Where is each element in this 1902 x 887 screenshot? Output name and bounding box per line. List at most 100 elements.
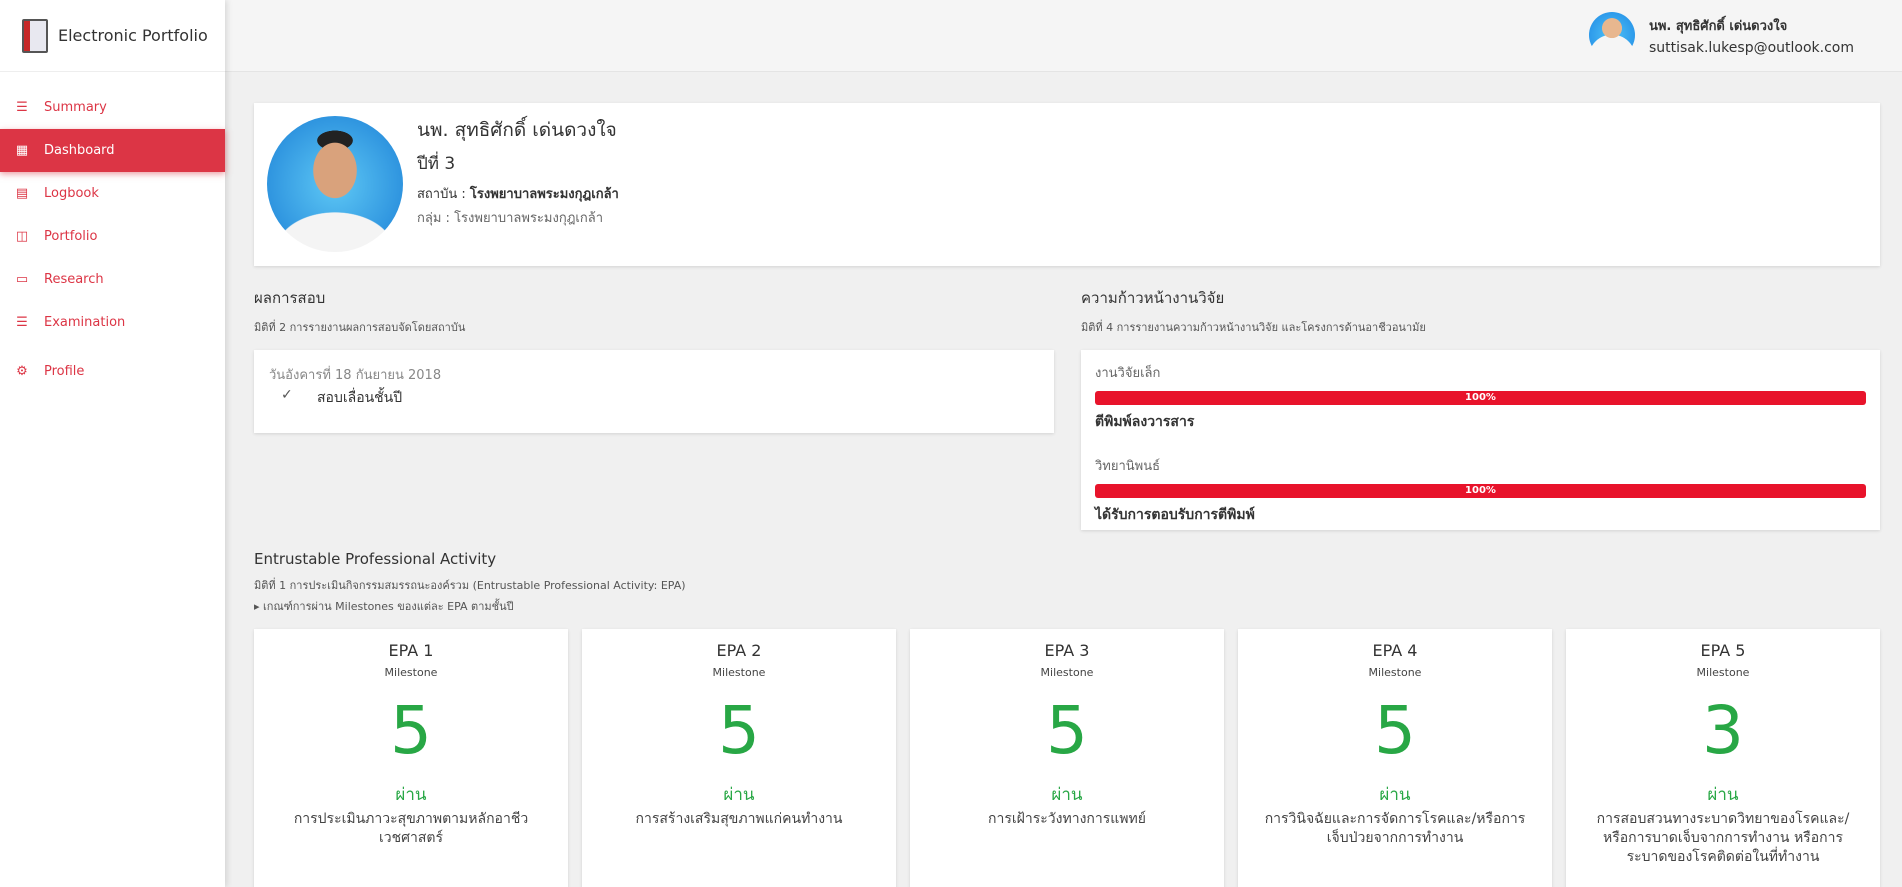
dashboard-icon: ▦ [15,143,29,158]
epa-card-value: 5 [1374,692,1416,769]
list-icon: ☰ [16,100,28,115]
research-title: ความก้าวหน้างานวิจัย [1081,289,1225,307]
epa-card-status: ผ่าน [1379,785,1411,805]
epa-card-title: EPA 2 [716,641,762,660]
epa-subtitle: มิติที่ 1 การประเมินกิจกรรมสมรรถนะองค์รว… [254,579,686,592]
exam-title: ผลการสอบ [254,289,326,307]
epa-card: EPA 3 Milestone 5 ผ่าน การเฝ้าระวังทางกา… [910,629,1224,887]
brand[interactable]: Electronic Portfolio [0,0,225,72]
epa-section: Entrustable Professional Activity มิติที… [254,550,1880,887]
user-email: suttisak.lukesp@outlook.com [1648,39,1854,56]
epa-card-desc: การสร้างเสริมสุขภาพแก่คนทำงาน [635,811,843,827]
epa-card: EPA 1 Milestone 5 ผ่าน การประเมินภาวะสุข… [254,629,568,887]
list-icon: ☰ [16,315,28,330]
research-icon: ▭ [15,272,29,287]
sidebar: Electronic Portfolio ☰ Summary ▦ Dashboa… [0,0,225,887]
profile-info: นพ. สุทธิศักดิ์ เด่นดวงใจ ปีที่ 3 สถาบัน… [417,115,619,228]
epa-card-desc: การประเมินภาวะสุขภาพตามหลักอาชีวเวชศาสตร… [293,811,529,846]
sidebar-item-label: Research [44,272,104,287]
epa-card: EPA 5 Milestone 3 ผ่าน การสอบสวนทางระบาด… [1566,629,1880,887]
research-subtitle: มิติที่ 4 การรายงานความก้าวหน้างานวิจัย … [1081,321,1426,334]
profile-institution: สถาบัน : โรงพยาบาลพระมงกุฎเกล้า [417,183,619,204]
research-status: ได้รับการตอบรับการตีพิมพ์ [1095,507,1255,523]
research-block: งานวิจัยเล็ก 100% ตีพิมพ์ลงวารสาร [1095,362,1866,433]
progress-bar: 100% [1095,484,1866,498]
research-label: วิทยานิพนธ์ [1095,459,1161,474]
top-header: นพ. สุทธิศักดิ์ เด่นดวงใจ suttisak.lukes… [225,0,1902,72]
sidebar-nav: ☰ Summary ▦ Dashboard ▤ Logbook ◫ Portfo… [0,86,225,393]
research-card: งานวิจัยเล็ก 100% ตีพิมพ์ลงวารสาร วิทยาน… [1081,350,1880,530]
sidebar-item-logbook[interactable]: ▤ Logbook [0,172,225,215]
profile-group: กลุ่ม : โรงพยาบาลพระมงกุฎเกล้า [417,207,619,228]
epa-card-label: Milestone [384,666,438,679]
epa-card-label: Milestone [1040,666,1094,679]
epa-card-status: ผ่าน [1051,785,1083,805]
epa-criteria-toggle[interactable]: ▸ เกณฑ์การผ่าน Milestones ของแต่ละ EPA ต… [254,597,1880,615]
epa-card-desc: การเฝ้าระวังทางการแพทย์ [988,811,1146,827]
user-menu[interactable]: นพ. สุทธิศักดิ์ เด่นดวงใจ suttisak.lukes… [1588,12,1854,58]
sidebar-item-examination[interactable]: ☰ Examination [0,301,225,344]
profile-year: ปีที่ 3 [417,154,456,174]
epa-card-value: 3 [1702,692,1744,769]
progress-fill: 100% [1095,391,1866,405]
sidebar-item-label: Dashboard [44,143,115,158]
sidebar-item-portfolio[interactable]: ◫ Portfolio [0,215,225,258]
epa-card-desc: การสอบสวนทางระบาดวิทยาของโรคและ/หรือการบ… [1596,811,1850,865]
sidebar-item-label: Portfolio [44,229,98,244]
exam-item: ✓ สอบเลื่อนชั้นปี [269,387,1039,409]
exam-research-row: ผลการสอบ มิติที่ 2 การรายงานผลการสอบจัดโ… [254,286,1880,548]
user-info: นพ. สุทธิศักดิ์ เด่นดวงใจ suttisak.lukes… [1649,15,1854,56]
check-icon: ✓ [281,387,293,403]
epa-card-value: 5 [718,692,760,769]
sidebar-item-label: Summary [44,100,107,115]
institution-label: สถาบัน : [417,187,470,202]
sidebar-item-dashboard[interactable]: ▦ Dashboard [0,129,225,172]
epa-card-title: EPA 1 [388,641,434,660]
sidebar-item-label: Profile [44,364,85,379]
avatar [1588,12,1635,58]
portfolio-icon: ◫ [15,229,29,244]
progress-bar: 100% [1095,391,1866,405]
epa-card-label: Milestone [1696,666,1750,679]
profile-name: นพ. สุทธิศักดิ์ เด่นดวงใจ [417,119,617,141]
epa-card: EPA 2 Milestone 5 ผ่าน การสร้างเสริมสุขภ… [582,629,896,887]
epa-card-status: ผ่าน [395,785,427,805]
exam-date: วันอังคารที่ 18 กันยายน 2018 [269,368,442,383]
user-name: นพ. สุทธิศักดิ์ เด่นดวงใจ [1648,18,1788,34]
main-content: นพ. สุทธิศักดิ์ เด่นดวงใจ ปีที่ 3 สถาบัน… [254,103,1880,887]
sidebar-item-profile[interactable]: ⚙ Profile [0,350,225,393]
research-status: ตีพิมพ์ลงวารสาร [1095,414,1195,430]
exam-item-label: สอบเลื่อนชั้นปี [317,390,403,406]
portfolio-book-icon [22,18,48,53]
epa-card: EPA 4 Milestone 5 ผ่าน การวินิจฉัยและการ… [1238,629,1552,887]
epa-card-title: EPA 3 [1044,641,1090,660]
research-block: วิทยานิพนธ์ 100% ได้รับการตอบรับการตีพิม… [1095,455,1866,526]
app-title: Electronic Portfolio [58,26,208,45]
exam-subtitle: มิติที่ 2 การรายงานผลการสอบจัดโดยสถาบัน [254,321,466,334]
research-label: งานวิจัยเล็ก [1095,366,1161,381]
group-label: กลุ่ม : [417,211,455,226]
profile-photo [267,116,403,252]
epa-card-value: 5 [390,692,432,769]
epa-grid: EPA 1 Milestone 5 ผ่าน การประเมินภาวะสุข… [254,629,1880,887]
institution-value: โรงพยาบาลพระมงกุฎเกล้า [469,187,619,202]
sidebar-item-label: Logbook [44,186,99,201]
sidebar-item-research[interactable]: ▭ Research [0,258,225,301]
epa-card-title: EPA 5 [1700,641,1746,660]
sidebar-item-summary[interactable]: ☰ Summary [0,86,225,129]
group-value: โรงพยาบาลพระมงกุฎเกล้า [454,211,604,226]
epa-title: Entrustable Professional Activity [254,550,497,568]
epa-card-label: Milestone [712,666,766,679]
epa-card-value: 5 [1046,692,1088,769]
epa-card-desc: การวินิจฉัยและการจัดการโรคและ/หรือการเจ็… [1264,811,1526,846]
epa-card-status: ผ่าน [1707,785,1739,805]
epa-card-status: ผ่าน [723,785,755,805]
research-section: ความก้าวหน้างานวิจัย มิติที่ 4 การรายงาน… [1081,286,1880,530]
sidebar-item-label: Examination [44,315,126,330]
exam-card: วันอังคารที่ 18 กันยายน 2018 ✓ สอบเลื่อน… [254,350,1054,433]
progress-fill: 100% [1095,484,1866,498]
book-icon: ▤ [15,186,29,201]
exam-section: ผลการสอบ มิติที่ 2 การรายงานผลการสอบจัดโ… [254,286,1054,433]
epa-card-label: Milestone [1368,666,1422,679]
epa-card-title: EPA 4 [1372,641,1418,660]
